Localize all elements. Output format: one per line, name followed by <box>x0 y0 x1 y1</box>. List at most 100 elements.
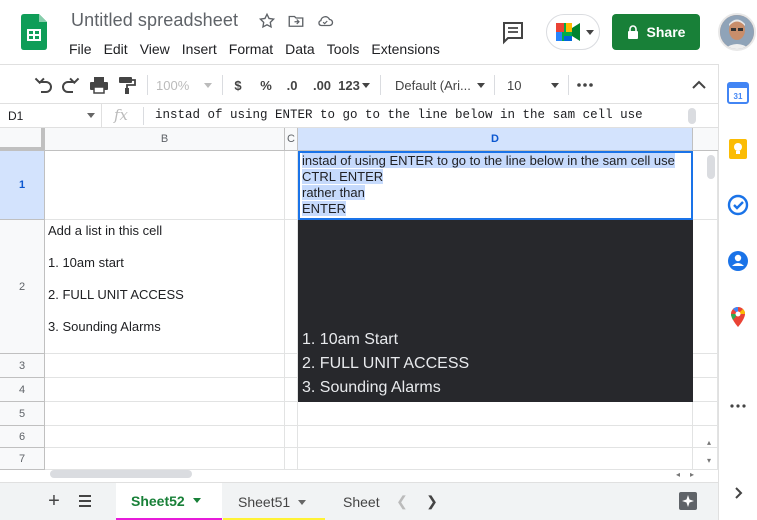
avatar[interactable] <box>718 13 756 51</box>
calendar-icon[interactable]: 31 <box>727 82 749 104</box>
all-sheets-icon[interactable] <box>73 489 97 513</box>
cell-c3[interactable] <box>285 354 298 378</box>
cell-e4[interactable] <box>693 378 718 402</box>
sheet-tab-label: Sheet51 <box>238 494 291 510</box>
currency-format-button[interactable]: $ <box>228 73 248 97</box>
contacts-icon[interactable] <box>727 250 749 272</box>
maps-icon[interactable] <box>727 306 749 328</box>
cell-e6[interactable] <box>693 426 718 448</box>
expand-panel-icon[interactable] <box>727 482 749 504</box>
cell-d2-merged[interactable]: 1. 10am Start 2. FULL UNIT ACCESS 3. Sou… <box>298 220 693 402</box>
cell-b3[interactable] <box>45 354 285 378</box>
font-select[interactable]: Default (Ari... <box>395 73 485 97</box>
row-header-4[interactable]: 4 <box>0 378 45 402</box>
cell-c7[interactable] <box>285 448 298 470</box>
lock-icon <box>627 25 638 39</box>
column-header-c[interactable]: C <box>285 128 298 151</box>
cell-c1[interactable] <box>285 151 298 220</box>
font-size-select[interactable]: 10 <box>507 73 559 97</box>
print-icon[interactable] <box>88 73 110 97</box>
cell-b5[interactable] <box>45 402 285 426</box>
row-header-3[interactable]: 3 <box>0 354 45 378</box>
profile-photo <box>720 15 754 49</box>
cell-c2[interactable] <box>285 220 298 354</box>
keep-icon[interactable] <box>727 138 749 160</box>
cell-d5[interactable] <box>298 402 693 426</box>
formula-scrollbar[interactable] <box>688 108 696 124</box>
percent-format-button[interactable]: % <box>256 73 276 97</box>
cell-b2[interactable]: Add a list in this cell 1. 10am start 2.… <box>45 220 285 354</box>
scroll-tabs-left-icon[interactable]: ❮ <box>390 489 414 513</box>
add-sheet-icon[interactable]: + <box>42 489 66 513</box>
more-icon[interactable] <box>727 395 749 417</box>
more-icon[interactable] <box>576 73 594 97</box>
sheet-tab-sheet[interactable]: Sheet <box>326 483 384 520</box>
menu-extensions[interactable]: Extensions <box>365 38 445 60</box>
star-icon[interactable] <box>258 12 276 30</box>
cell-c5[interactable] <box>285 402 298 426</box>
cell-c6[interactable] <box>285 426 298 448</box>
menu-insert[interactable]: Insert <box>176 38 223 60</box>
menu-tools[interactable]: Tools <box>321 38 366 60</box>
row-header-2[interactable]: 2 <box>0 220 45 354</box>
cell-e7[interactable] <box>693 448 718 470</box>
cell-e3[interactable] <box>693 354 718 378</box>
cell-b4[interactable] <box>45 378 285 402</box>
increase-decimal-button[interactable]: .00 <box>310 73 334 97</box>
formula-input[interactable]: instad of using ENTER to go to the line … <box>155 108 643 122</box>
menu-data[interactable]: Data <box>279 38 321 60</box>
document-title[interactable]: Untitled spreadsheet <box>71 10 238 31</box>
more-formats-button[interactable]: 123 <box>338 73 370 97</box>
select-all-corner[interactable] <box>0 128 45 151</box>
sheet-tab-sheet51[interactable]: Sheet51 <box>223 483 325 520</box>
cell-b1[interactable] <box>45 151 285 220</box>
meet-button[interactable] <box>546 14 600 50</box>
tasks-icon[interactable] <box>727 194 749 216</box>
share-button[interactable]: Share <box>612 14 700 50</box>
toolbar-divider <box>494 75 495 95</box>
undo-icon[interactable] <box>32 73 54 97</box>
cell-c4[interactable] <box>285 378 298 402</box>
vertical-scrollbar[interactable] <box>707 155 715 179</box>
explore-icon[interactable] <box>676 489 700 513</box>
cell-b6[interactable] <box>45 426 285 448</box>
redo-icon[interactable] <box>60 73 82 97</box>
scroll-left-icon[interactable]: ◂ <box>676 470 680 479</box>
column-header-b[interactable]: B <box>45 128 285 151</box>
menu-file[interactable]: File <box>69 38 98 60</box>
decrease-decimal-button[interactable]: .0 <box>282 73 302 97</box>
cell-e5[interactable] <box>693 402 718 426</box>
cell-d6[interactable] <box>298 426 693 448</box>
row-header-1[interactable]: 1 <box>0 151 45 220</box>
paint-format-icon[interactable] <box>116 73 138 97</box>
cloud-icon[interactable] <box>316 12 334 30</box>
cell-d2-line: 3. Sounding Alarms <box>302 379 441 396</box>
scroll-up-icon[interactable]: ▴ <box>707 438 711 447</box>
menu-format[interactable]: Format <box>223 38 279 60</box>
comment-icon[interactable] <box>498 18 528 46</box>
chevron-down-icon <box>204 82 212 88</box>
scroll-tabs-right-icon[interactable]: ❯ <box>420 489 444 513</box>
sheet-tab-sheet52[interactable]: Sheet52 <box>116 483 222 520</box>
cell-d7[interactable] <box>298 448 693 470</box>
cell-e2[interactable] <box>693 220 718 354</box>
row-header-7[interactable]: 7 <box>0 448 45 470</box>
zoom-select[interactable]: 100% <box>156 73 212 97</box>
collapse-icon[interactable] <box>690 73 708 97</box>
scroll-down-icon[interactable]: ▾ <box>707 456 711 465</box>
name-box[interactable]: D1 <box>0 104 102 128</box>
menu-view[interactable]: View <box>134 38 176 60</box>
sheets-logo-icon[interactable] <box>21 14 47 50</box>
svg-text:31: 31 <box>734 92 743 101</box>
horizontal-scrollbar[interactable] <box>50 470 192 478</box>
cell-b7[interactable] <box>45 448 285 470</box>
row-header-6[interactable]: 6 <box>0 426 45 448</box>
scroll-right-icon[interactable]: ▸ <box>690 470 694 479</box>
sheet-tab-bar: + Sheet52 Sheet51 Sheet ❮ ❯ <box>0 482 718 520</box>
column-header-d[interactable]: D <box>298 128 693 151</box>
row-header-5[interactable]: 5 <box>0 402 45 426</box>
cell-d1-active[interactable]: instad of using ENTER to go to the line … <box>298 151 693 220</box>
menu-edit[interactable]: Edit <box>98 38 134 60</box>
sheet-tab-label: Sheet52 <box>131 492 185 509</box>
move-icon[interactable] <box>287 12 305 30</box>
